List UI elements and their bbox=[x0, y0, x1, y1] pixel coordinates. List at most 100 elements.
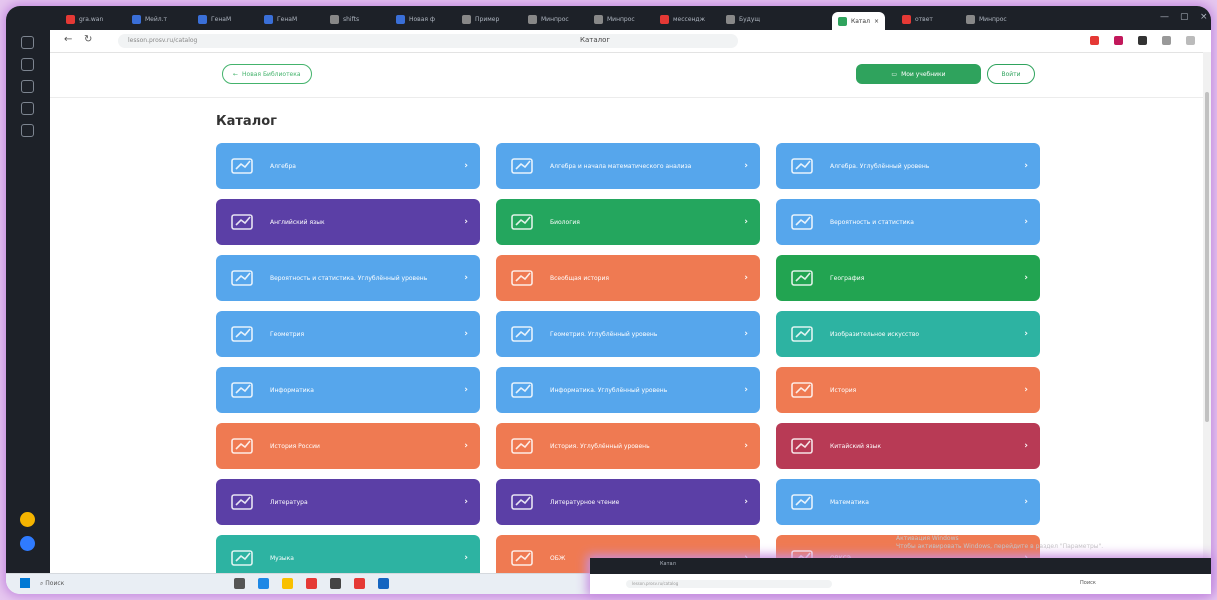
favorites-icon[interactable] bbox=[1162, 36, 1171, 45]
explorer-icon[interactable] bbox=[282, 578, 293, 589]
catalog-card[interactable]: Литература › bbox=[216, 479, 480, 525]
catalog-card[interactable]: Биология › bbox=[496, 199, 760, 245]
browser-tab[interactable]: shifts bbox=[330, 10, 359, 28]
browser-tab[interactable]: Будущ bbox=[726, 10, 760, 28]
browser-tab[interactable]: ГенаМ bbox=[198, 10, 231, 28]
tab-label: Мейл.т bbox=[145, 15, 168, 23]
app-icon[interactable] bbox=[330, 578, 341, 589]
browser-tab[interactable]: мессендж bbox=[660, 10, 705, 28]
minimize-icon[interactable]: — bbox=[1160, 12, 1169, 22]
browser-tab[interactable]: Минпрос bbox=[966, 10, 1007, 28]
browser-tab[interactable]: ГенаМ bbox=[264, 10, 297, 28]
overlay-url-field[interactable]: lesson.prosv.ru/catalog bbox=[626, 580, 832, 588]
catalog-card[interactable]: Китайский язык › bbox=[776, 423, 1040, 469]
edge-icon[interactable] bbox=[258, 578, 269, 589]
tab-catalog[interactable]: Катал × bbox=[832, 12, 885, 30]
tab-label: ГенаМ bbox=[211, 15, 232, 23]
mail-icon[interactable] bbox=[20, 512, 35, 527]
catalog-card-label: Литература bbox=[270, 498, 308, 506]
catalog-card[interactable]: Литературное чтение › bbox=[496, 479, 760, 525]
browser-tab[interactable]: Минпрос bbox=[594, 10, 635, 28]
catalog-card[interactable]: Вероятность и статистика. Углублённый ур… bbox=[216, 255, 480, 301]
tab-favicon-icon bbox=[726, 14, 735, 24]
history-icon[interactable] bbox=[21, 36, 34, 49]
settings-icon[interactable] bbox=[21, 80, 34, 93]
catalog-card[interactable]: Геометрия › bbox=[216, 311, 480, 357]
tv-icon[interactable] bbox=[21, 124, 34, 137]
app-icon[interactable] bbox=[378, 578, 389, 589]
catalog-card[interactable]: Математика › bbox=[776, 479, 1040, 525]
media-icon[interactable] bbox=[21, 102, 34, 115]
catalog-card[interactable]: Алгебра › bbox=[216, 143, 480, 189]
chevron-right-icon: › bbox=[744, 273, 748, 283]
close-icon[interactable]: × bbox=[874, 18, 879, 25]
close-window-icon[interactable]: × bbox=[1200, 12, 1208, 22]
extension-icon[interactable] bbox=[1114, 36, 1123, 45]
tab-favicon-icon bbox=[198, 14, 207, 24]
catalog-card[interactable]: Геометрия. Углублённый уровень › bbox=[496, 311, 760, 357]
tab-favicon-icon bbox=[330, 14, 339, 24]
catalog-card[interactable]: Вероятность и статистика › bbox=[776, 199, 1040, 245]
catalog-card[interactable]: География › bbox=[776, 255, 1040, 301]
button-label: Мои учебники bbox=[901, 70, 946, 78]
catalog-card[interactable]: История России › bbox=[216, 423, 480, 469]
url-field[interactable]: lesson.prosv.ru/catalog bbox=[118, 34, 738, 48]
chevron-right-icon: › bbox=[464, 441, 468, 451]
scrollbar[interactable] bbox=[1203, 52, 1211, 580]
login-button[interactable]: Войти bbox=[987, 64, 1035, 84]
catalog-card[interactable]: Всеобщая история › bbox=[496, 255, 760, 301]
tab-favicon-icon bbox=[594, 14, 603, 24]
my-books-button[interactable]: ▭ Мои учебники bbox=[856, 64, 981, 84]
catalog-card[interactable]: Алгебра. Углублённый уровень › bbox=[776, 143, 1040, 189]
catalog-card[interactable]: Алгебра и начала математического анализа… bbox=[496, 143, 760, 189]
chevron-right-icon: › bbox=[744, 497, 748, 507]
chevron-right-icon: › bbox=[1024, 441, 1028, 451]
catalog-card-label: Вероятность и статистика. Углублённый ур… bbox=[270, 274, 428, 282]
catalog-card[interactable]: Английский язык › bbox=[216, 199, 480, 245]
browser-tab[interactable]: Мейл.т bbox=[132, 10, 167, 28]
columns-icon bbox=[510, 268, 536, 288]
browser-tab[interactable]: Минпрос bbox=[528, 10, 569, 28]
tab-favicon-icon bbox=[396, 14, 405, 24]
download-icon[interactable] bbox=[1186, 36, 1195, 45]
chevron-right-icon: › bbox=[1024, 161, 1028, 171]
maximize-icon[interactable]: ▢ bbox=[1180, 12, 1189, 22]
browser-tab[interactable]: ответ bbox=[902, 10, 933, 28]
map-icon bbox=[790, 268, 816, 288]
back-to-library-button[interactable]: ← Новая Библиотека bbox=[222, 64, 312, 84]
chart-icon bbox=[790, 156, 816, 176]
app-icon[interactable] bbox=[354, 578, 365, 589]
tab-label: ответ bbox=[915, 15, 933, 23]
extension-icon[interactable] bbox=[1138, 36, 1147, 45]
catalog-card[interactable]: История. Углублённый уровень › bbox=[496, 423, 760, 469]
scroll-icon bbox=[790, 380, 816, 400]
chevron-right-icon: › bbox=[744, 441, 748, 451]
triangle-icon bbox=[230, 324, 256, 344]
taskbar-search[interactable]: ⌕ Поиск bbox=[40, 578, 170, 590]
page-heading: Каталог bbox=[216, 114, 277, 129]
catalog-card[interactable]: История › bbox=[776, 367, 1040, 413]
browser-tab[interactable]: Новая ф bbox=[396, 10, 435, 28]
task-view-icon[interactable] bbox=[234, 578, 245, 589]
search-label: Поиск bbox=[45, 580, 65, 587]
tab-favicon-icon bbox=[838, 16, 847, 26]
catalog-card[interactable]: Информатика. Углублённый уровень › bbox=[496, 367, 760, 413]
button-label: Новая Библиотека bbox=[242, 70, 301, 78]
catalog-card-label: Музыка bbox=[270, 554, 294, 562]
tab-label: Будущ bbox=[739, 15, 761, 23]
reload-icon[interactable]: ↻ bbox=[84, 34, 92, 45]
yandex-icon[interactable] bbox=[306, 578, 317, 589]
chart-icon bbox=[510, 156, 536, 176]
catalog-card[interactable]: Информатика › bbox=[216, 367, 480, 413]
back-arrow-icon[interactable]: ← bbox=[64, 34, 72, 45]
windows-start-icon[interactable] bbox=[20, 578, 30, 588]
collections-icon[interactable] bbox=[21, 58, 34, 71]
browser-tab[interactable]: gra.wan bbox=[66, 10, 103, 28]
catalog-card[interactable]: Изобразительное искусство › bbox=[776, 311, 1040, 357]
scrollbar-thumb[interactable] bbox=[1205, 92, 1209, 422]
extension-icon[interactable] bbox=[1090, 36, 1099, 45]
overlay-browser-window[interactable]: Катал lesson.prosv.ru/catalog Поиск bbox=[590, 558, 1211, 594]
tab-label: Минпрос bbox=[541, 15, 569, 23]
cloud-icon[interactable] bbox=[20, 536, 35, 551]
browser-tab[interactable]: Пример bbox=[462, 10, 499, 28]
